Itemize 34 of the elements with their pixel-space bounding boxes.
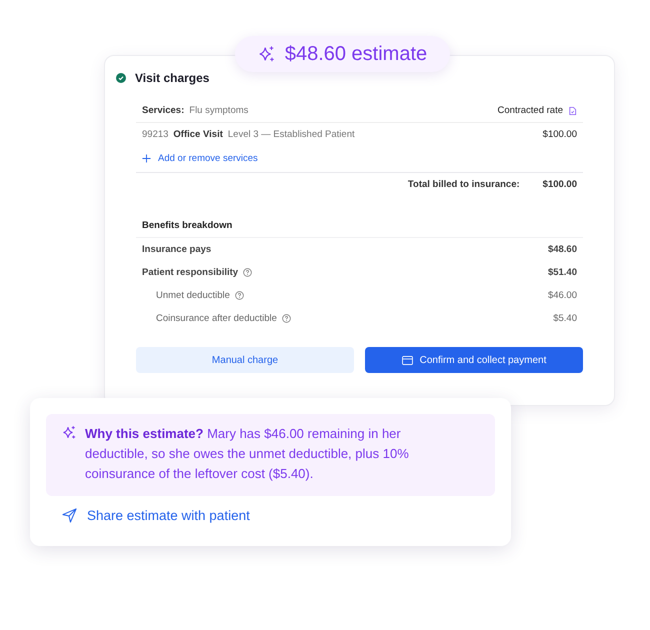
breakdown-label: Unmet deductible: [156, 290, 230, 301]
breakdown-amount: $5.40: [553, 313, 577, 324]
breakdown-label: Insurance pays: [142, 244, 212, 255]
document-icon[interactable]: [568, 106, 577, 116]
share-estimate-link[interactable]: Share estimate with patient: [62, 508, 250, 523]
card-title: Visit charges: [135, 71, 210, 85]
breakdown-amount: $46.00: [548, 290, 577, 301]
confirm-payment-button[interactable]: Confirm and collect payment: [365, 347, 583, 373]
card-icon: [402, 356, 413, 364]
help-icon[interactable]: [243, 268, 252, 277]
estimate-badge: $48.60 estimate: [235, 36, 450, 72]
breakdown-label: Coinsurance after deductible: [156, 313, 277, 324]
breakdown-amount: $48.60: [548, 244, 577, 255]
contracted-rate-label: Contracted rate: [498, 105, 563, 116]
services-label: Services:: [142, 105, 184, 116]
sparkle-icon: [62, 425, 77, 440]
total-label: Total billed to insurance:: [408, 179, 520, 190]
service-description: Level 3 — Established Patient: [228, 129, 355, 140]
total-amount: $100.00: [542, 179, 577, 190]
service-name: Office Visit: [173, 129, 223, 140]
service-code: 99213: [142, 129, 168, 140]
breakdown-label: Patient responsibility: [142, 267, 238, 278]
add-services-link[interactable]: Add or remove services: [136, 146, 583, 173]
sparkle-icon: [258, 45, 276, 63]
service-amount: $100.00: [542, 129, 577, 140]
manual-charge-button[interactable]: Manual charge: [136, 347, 354, 373]
breakdown-amount: $51.40: [548, 267, 577, 278]
help-icon[interactable]: [234, 291, 244, 300]
send-icon: [62, 508, 77, 523]
explanation-text: Why this estimate? Mary has $46.00 remaining in her deductible, so she owes the unmet deductible, plus 10% coinsurance of the leftover cost ($5.40).: [85, 425, 410, 483]
help-icon[interactable]: [282, 314, 291, 323]
services-value: Flu symptoms: [189, 105, 248, 116]
plus-icon: [142, 154, 151, 163]
breakdown-title: Benefits breakdown: [136, 190, 583, 238]
